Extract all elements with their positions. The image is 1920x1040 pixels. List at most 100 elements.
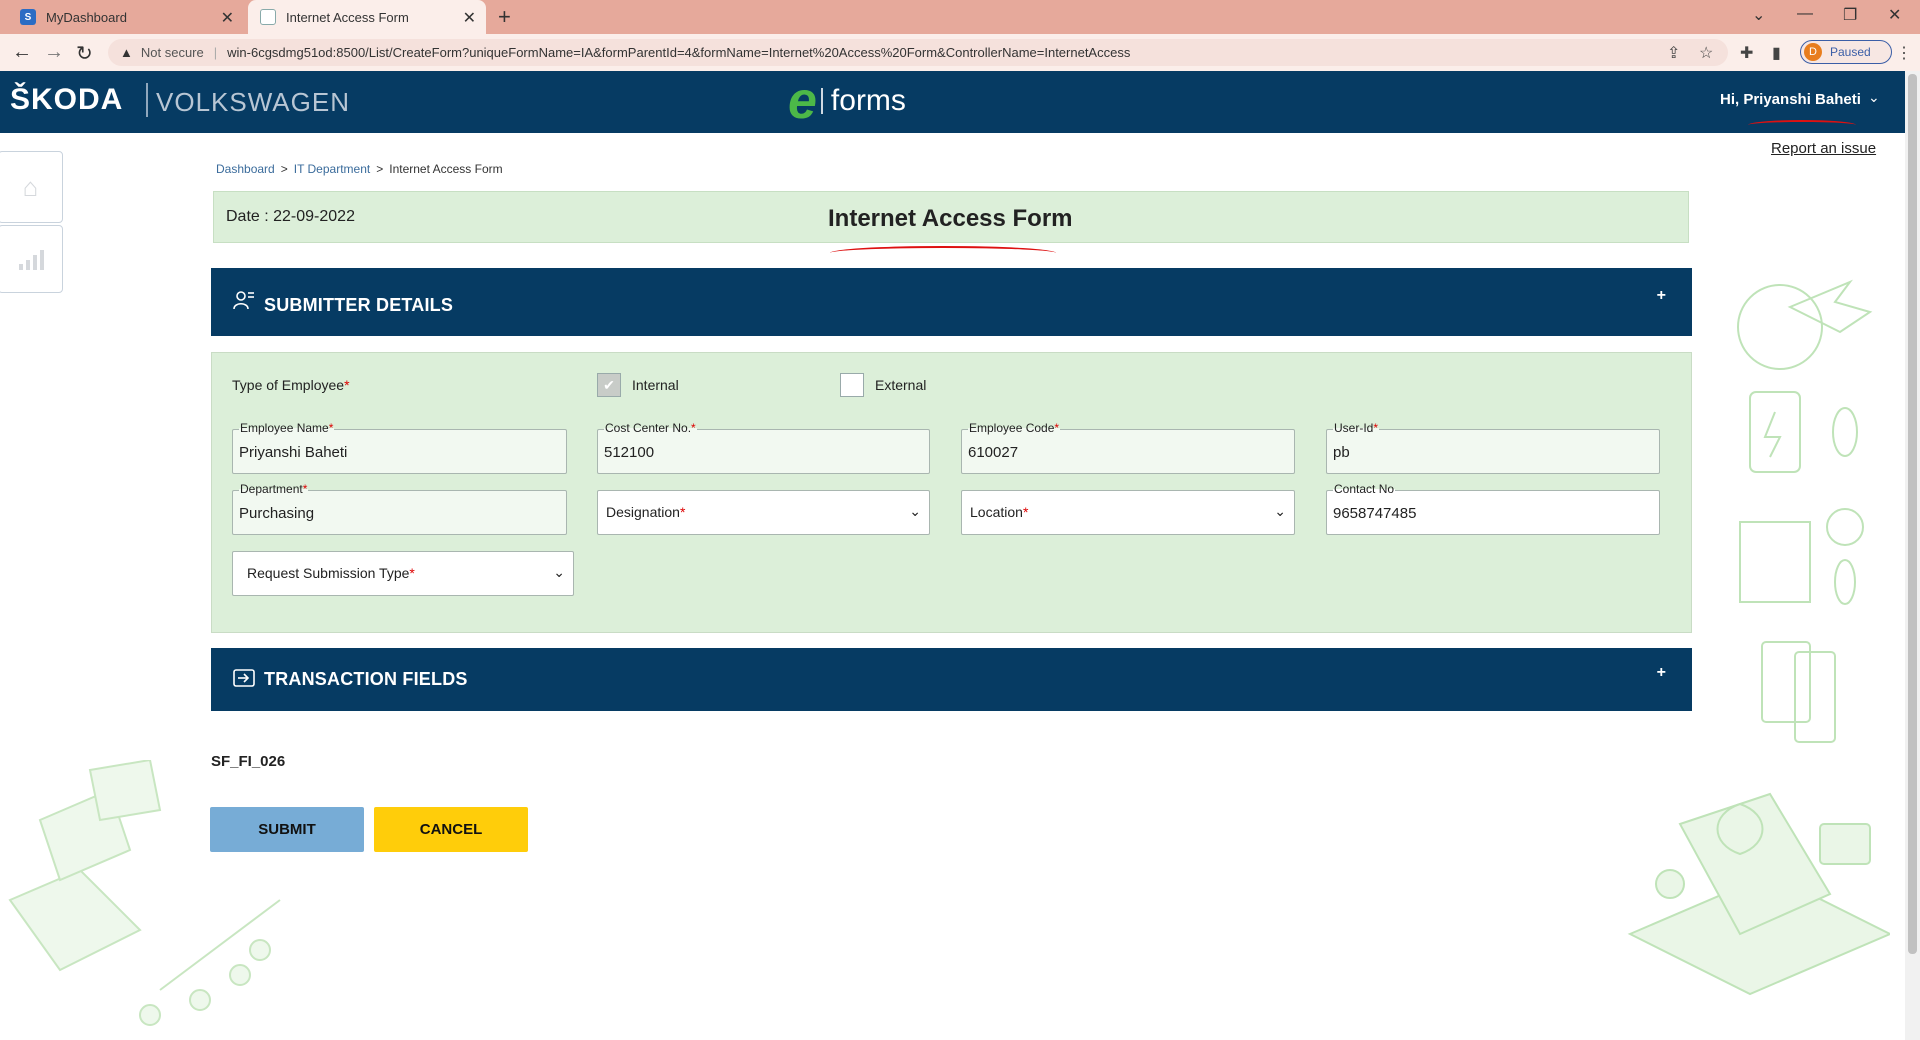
annotation-underline — [830, 246, 1056, 260]
field-value: pb — [1333, 444, 1350, 461]
transaction-fields-header[interactable]: TRANSACTION FIELDS + — [211, 648, 1692, 711]
breadcrumb-dashboard[interactable]: Dashboard — [216, 162, 275, 176]
section-title: SUBMITTER DETAILS — [264, 295, 454, 315]
tab-title: MyDashboard — [46, 9, 127, 25]
breadcrumb-separator: > — [376, 162, 384, 176]
close-tab-icon[interactable]: ✕ — [221, 8, 234, 28]
breadcrumb-separator: > — [280, 162, 288, 176]
field-label: Cost Center No.* — [604, 421, 697, 435]
home-icon: ⌂ — [22, 171, 39, 202]
address-bar: ← → ↻ ▲ Not secure | win-6cgsdmg51od:850… — [0, 34, 1920, 71]
field-label: Department* — [239, 482, 309, 496]
signal-bars-icon — [18, 250, 44, 270]
warning-icon: ▲ — [120, 45, 133, 60]
submitter-details-header[interactable]: SUBMITTER DETAILS + — [211, 268, 1692, 336]
profile-status: Paused — [1830, 45, 1871, 59]
home-nav-button[interactable]: ⌂ — [0, 151, 63, 223]
cancel-button[interactable]: CANCEL — [374, 807, 528, 852]
url-input[interactable]: ▲ Not secure | win-6cgsdmg51od:8500/List… — [108, 39, 1728, 66]
tab-internet-access-form[interactable]: Internet Access Form ✕ — [248, 0, 486, 34]
user-list-icon — [233, 289, 255, 317]
share-icon[interactable]: ⇪ — [1667, 43, 1680, 63]
breadcrumb-it-department[interactable]: IT Department — [294, 162, 370, 176]
field-value: Purchasing — [239, 505, 315, 522]
decorative-illustration — [1737, 279, 1873, 743]
url-text: win-6cgsdmg51od:8500/List/CreateForm?uni… — [227, 45, 1131, 60]
field-label: Contact No — [1333, 482, 1396, 496]
browser-tab-bar: S MyDashboard ✕ Internet Access Form ✕ +… — [0, 0, 1920, 34]
location-select[interactable]: Location* ⌄ — [961, 490, 1295, 535]
cost-center-field[interactable]: Cost Center No.* 512100 — [597, 421, 930, 474]
user-menu-chevron-icon[interactable]: ⌄ — [1868, 89, 1880, 106]
report-issue-link[interactable]: Report an issue — [1771, 140, 1876, 157]
reload-icon[interactable]: ↻ — [76, 41, 93, 66]
bookmark-star-icon[interactable]: ☆ — [1699, 43, 1713, 63]
decorative-illustration — [1627, 792, 1890, 996]
tab-mydashboard[interactable]: S MyDashboard ✕ — [8, 0, 244, 34]
field-value: Priyanshi Baheti — [239, 444, 348, 461]
eforms-logo: e forms — [788, 72, 906, 130]
tab-title: Internet Access Form — [286, 9, 409, 25]
new-tab-icon[interactable]: + — [498, 4, 511, 30]
eforms-wordmark: forms — [830, 84, 906, 117]
volkswagen-logo: VOLKSWAGEN — [156, 87, 350, 117]
internal-checkbox[interactable]: ✔ — [597, 373, 621, 397]
tab-search-chevron-icon[interactable]: ⌄ — [1752, 5, 1765, 25]
eforms-e-mark: e — [788, 72, 817, 130]
expand-plus-icon[interactable]: + — [1657, 664, 1666, 682]
extensions-icon[interactable]: ✚ — [1740, 43, 1753, 63]
form-date: Date : 22-09-2022 — [226, 208, 355, 225]
chevron-down-icon: ⌄ — [1274, 503, 1286, 519]
breadcrumb-current: Internet Access Form — [389, 162, 503, 176]
close-tab-icon[interactable]: ✕ — [463, 8, 476, 28]
field-label: User-Id* — [1333, 421, 1380, 435]
back-icon[interactable]: ← — [12, 41, 32, 64]
close-window-icon[interactable]: ✕ — [1888, 5, 1901, 25]
restore-icon[interactable]: ❐ — [1843, 5, 1857, 25]
contact-no-field[interactable]: Contact No 9658747485 — [1326, 482, 1660, 535]
select-placeholder: Designation* — [606, 504, 686, 520]
login-arrow-icon — [233, 668, 255, 694]
page-title: Internet Access Form — [828, 205, 1073, 232]
external-checkbox[interactable] — [840, 373, 864, 397]
browser-menu-icon[interactable]: ⋮ — [1896, 43, 1912, 63]
minimize-icon[interactable]: — — [1797, 5, 1813, 23]
sharepoint-icon: S — [20, 9, 36, 25]
field-value: 512100 — [604, 444, 655, 461]
security-status: Not secure — [140, 45, 204, 60]
scrollbar-thumb[interactable] — [1908, 74, 1917, 954]
employee-name-field[interactable]: Employee Name* Priyanshi Baheti — [232, 421, 567, 474]
external-option-label: External — [875, 377, 927, 393]
profile-avatar: D — [1804, 43, 1822, 61]
form-title-bar: Date : 22-09-2022 Internet Access Form — [213, 191, 1689, 243]
app-header: ŠKODA VOLKSWAGEN e forms Hi, Priyanshi B… — [0, 71, 1905, 133]
profile-button[interactable]: D Paused — [1800, 40, 1892, 64]
select-placeholder: Request Submission Type* — [247, 565, 415, 581]
request-type-select[interactable]: Request Submission Type* ⌄ — [232, 551, 574, 596]
reports-nav-button[interactable] — [0, 225, 63, 293]
side-panel-icon[interactable]: ▮ — [1772, 43, 1781, 63]
field-value: 9658747485 — [1333, 505, 1417, 522]
employee-code-field[interactable]: Employee Code* 610027 — [961, 421, 1295, 474]
field-value: 610027 — [968, 444, 1019, 461]
logo-divider — [146, 83, 148, 117]
breadcrumb: Dashboard > IT Department > Internet Access … — [216, 162, 503, 176]
annotation-underline — [1748, 120, 1856, 130]
skoda-logo: ŠKODA — [10, 83, 124, 116]
chevron-down-icon: ⌄ — [909, 503, 921, 519]
page-icon — [260, 9, 276, 25]
internal-option-label: Internal — [632, 377, 679, 393]
expand-plus-icon[interactable]: + — [1657, 287, 1666, 305]
user-id-field[interactable]: User-Id* pb — [1326, 421, 1660, 474]
forward-icon[interactable]: → — [44, 41, 64, 64]
section-title: TRANSACTION FIELDS — [264, 669, 468, 689]
eforms-divider — [820, 88, 823, 114]
decorative-illustration — [8, 760, 281, 1026]
url-separator: | — [213, 45, 218, 60]
user-greeting[interactable]: Hi, Priyanshi Baheti — [1720, 91, 1861, 108]
field-label: Employee Code* — [968, 421, 1061, 435]
select-placeholder: Location* — [970, 504, 1029, 520]
field-label: Employee Name* — [239, 421, 335, 435]
department-field[interactable]: Department* Purchasing — [232, 482, 567, 535]
designation-select[interactable]: Designation* ⌄ — [597, 490, 930, 535]
